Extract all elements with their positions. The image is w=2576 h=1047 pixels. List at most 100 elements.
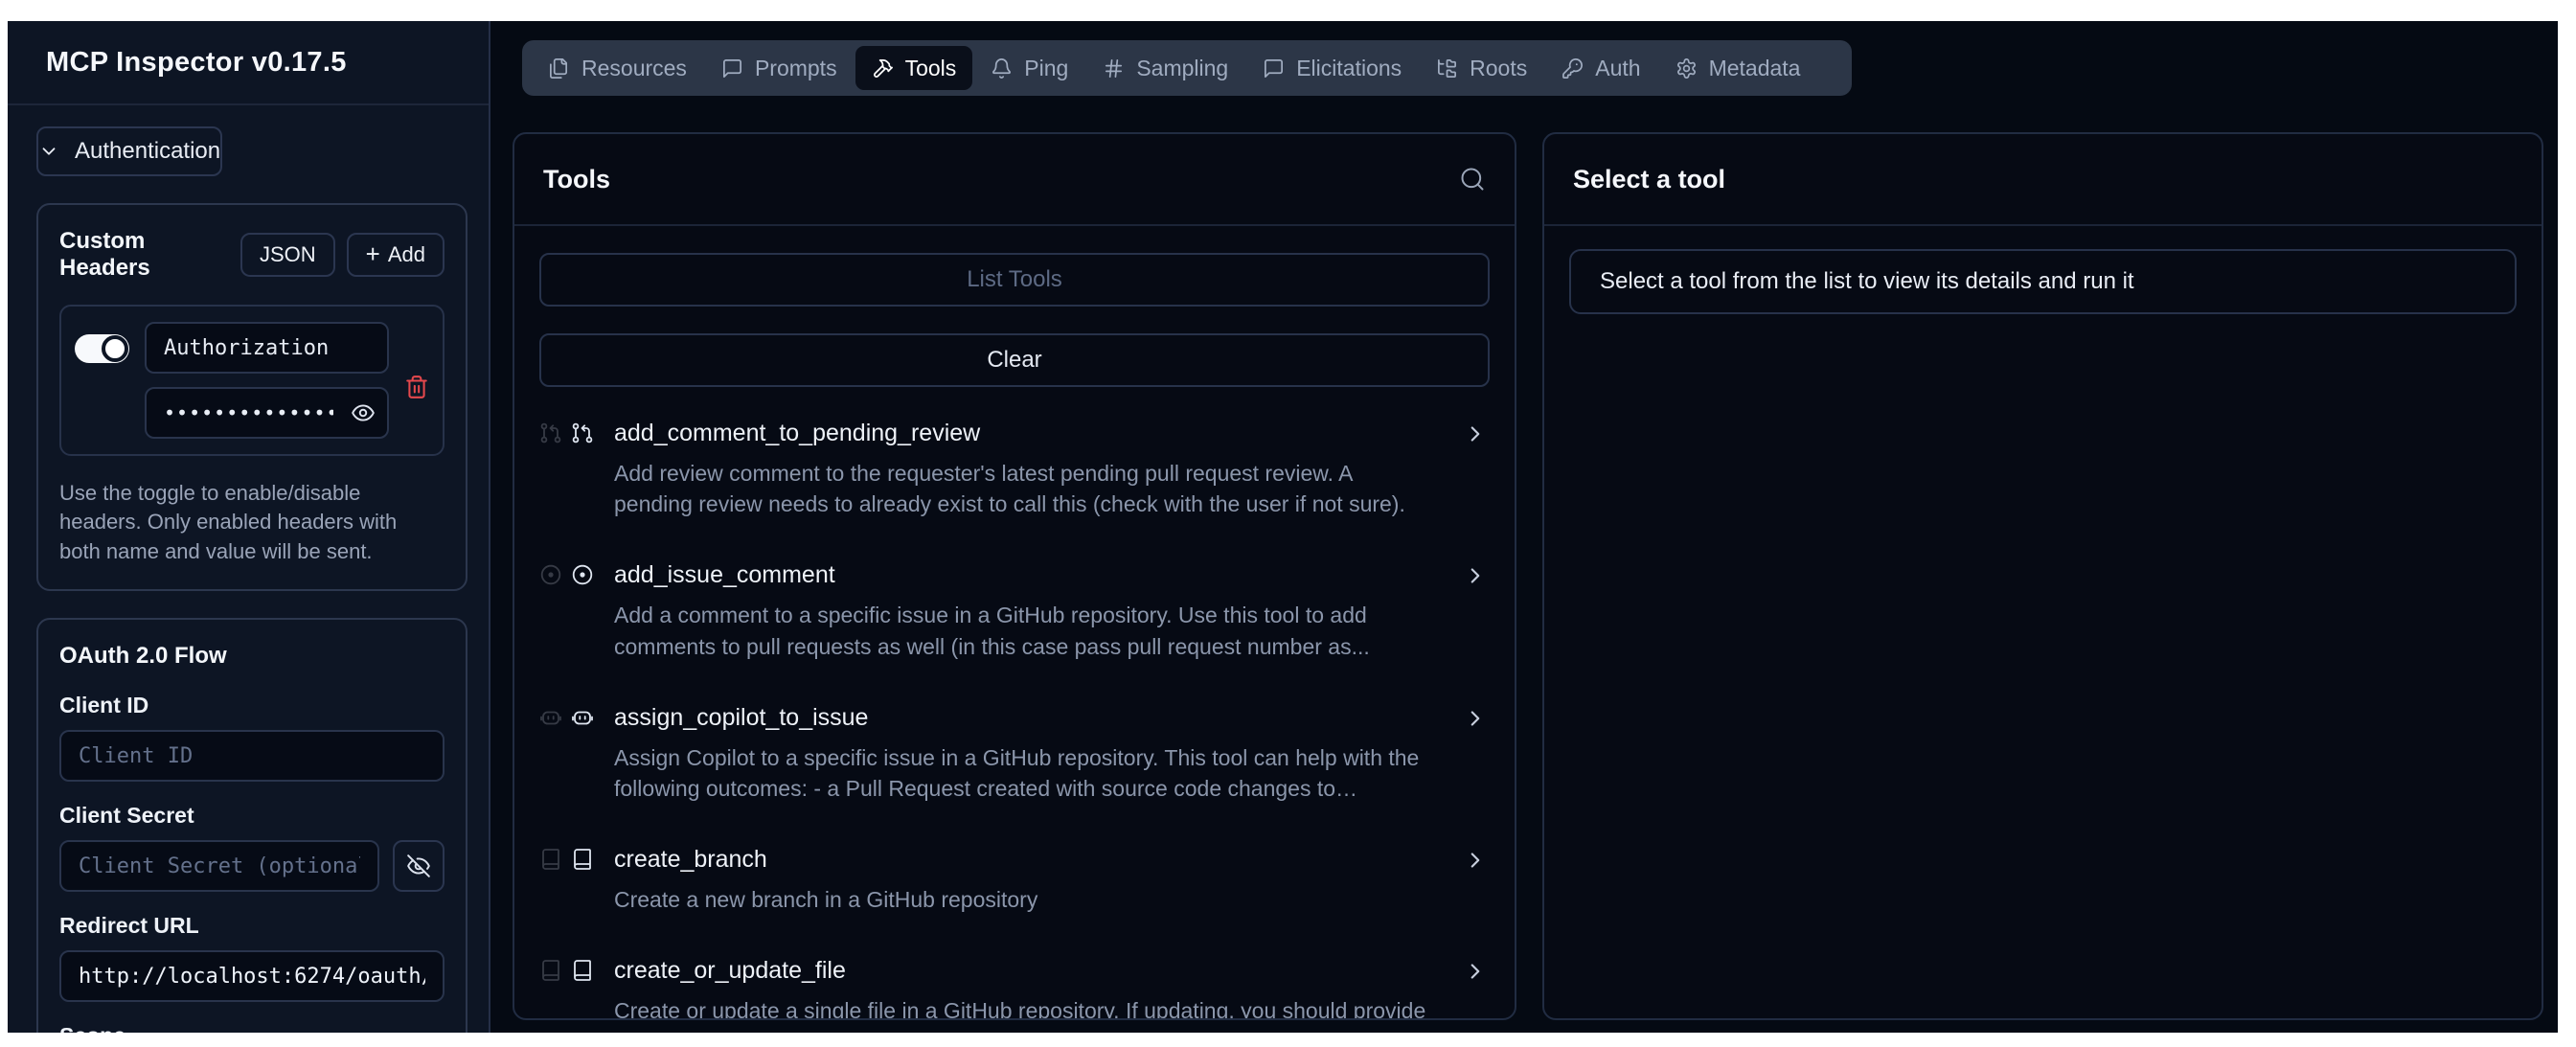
tab-label: Metadata (1709, 56, 1801, 81)
show-client-secret-button[interactable] (393, 840, 445, 892)
toggle-thumb (102, 335, 128, 362)
details-panel-title: Select a tool (1573, 165, 1725, 194)
tool-name: create_branch (614, 846, 1428, 874)
bot-icon (571, 706, 594, 729)
show-header-value-button[interactable] (351, 400, 376, 428)
files-icon (548, 57, 570, 80)
tool-list-item[interactable]: assign_copilot_to_issue Assign Copilot t… (539, 704, 1490, 804)
tab-label: Ping (1024, 56, 1068, 81)
tab-label: Roots (1470, 56, 1527, 81)
oauth-flow-title: OAuth 2.0 Flow (59, 643, 445, 670)
json-mode-button[interactable]: JSON (240, 233, 335, 277)
tool-name: assign_copilot_to_issue (614, 704, 1428, 732)
tool-list-item[interactable]: add_issue_comment Add a comment to a spe… (539, 561, 1490, 661)
tool-list: add_comment_to_pending_review Add review… (539, 420, 1490, 1020)
redirect-url-input[interactable] (59, 950, 445, 1002)
scope-label: Scope (59, 1023, 445, 1033)
authentication-label: Authentication (75, 138, 220, 165)
tab-prompts[interactable]: Prompts (705, 46, 854, 90)
client-id-label: Client ID (59, 693, 445, 718)
plus-icon: + (366, 241, 380, 266)
chevron-right-icon (1463, 706, 1488, 731)
bot-icon (539, 706, 562, 729)
tab-tools[interactable]: Tools (855, 46, 973, 90)
book-icon (571, 848, 594, 871)
custom-headers-card: Custom Headers JSON + Add (36, 203, 467, 591)
hammer-icon (872, 57, 894, 80)
client-id-input[interactable] (59, 730, 445, 782)
client-secret-input[interactable] (59, 840, 379, 892)
tool-description: Add review comment to the requester's la… (614, 458, 1428, 519)
sidebar-header: MCP Inspector v0.17.5 (8, 21, 489, 105)
message-square-icon (1263, 57, 1285, 80)
chevron-right-icon (1463, 848, 1488, 873)
book-icon (571, 959, 594, 982)
app-title: MCP Inspector v0.17.5 (46, 47, 347, 79)
tools-panel: Tools List Tools Clear add_comment_to_pe… (513, 132, 1516, 1020)
chevron-right-icon (1463, 563, 1488, 588)
sidebar-body: Authentication Custom Headers JSON + Add (8, 105, 489, 1033)
tool-list-item[interactable]: create_branch Create a new branch in a G… (539, 846, 1490, 915)
search-icon (1459, 166, 1486, 193)
circle-dot-icon (571, 563, 594, 586)
tab-label: Tools (905, 56, 957, 81)
tab-label: Prompts (755, 56, 837, 81)
key-icon (1562, 57, 1584, 80)
clear-tools-button[interactable]: Clear (539, 333, 1490, 387)
search-tools-button[interactable] (1459, 166, 1486, 193)
git-pull-request-icon (539, 421, 562, 444)
settings-icon (1676, 57, 1698, 80)
tab-roots[interactable]: Roots (1420, 46, 1543, 90)
header-enabled-toggle[interactable] (75, 334, 129, 363)
chevron-down-icon (38, 141, 59, 162)
tools-panel-title: Tools (543, 165, 610, 194)
mcp-inspector-app: MCP Inspector v0.17.5 Authentication Cus… (8, 21, 2558, 1033)
delete-header-button[interactable] (404, 337, 429, 439)
redirect-url-label: Redirect URL (59, 913, 445, 939)
chevron-right-icon (1463, 959, 1488, 984)
sidebar: MCP Inspector v0.17.5 Authentication Cus… (8, 21, 490, 1033)
eye-off-icon (406, 854, 431, 878)
message-square-icon (721, 57, 743, 80)
tab-auth[interactable]: Auth (1545, 46, 1656, 90)
tab-resources[interactable]: Resources (532, 46, 703, 90)
tool-name: add_issue_comment (614, 561, 1428, 589)
book-icon (539, 959, 562, 982)
list-tools-button[interactable]: List Tools (539, 253, 1490, 307)
circle-dot-icon (539, 563, 562, 586)
trash-icon (404, 375, 429, 399)
custom-headers-title: Custom Headers (59, 228, 240, 282)
book-icon (539, 848, 562, 871)
eye-icon (351, 400, 376, 425)
git-pull-request-icon (571, 421, 594, 444)
tool-list-item[interactable]: create_or_update_file Create or update a… (539, 957, 1490, 1020)
tab-bar: Resources Prompts Tools Ping Sampling El… (522, 40, 1852, 96)
add-header-button[interactable]: + Add (347, 233, 445, 277)
tool-description: Create or update a single file in a GitH… (614, 995, 1428, 1020)
headers-helper-text: Use the toggle to enable/disable headers… (59, 479, 416, 566)
tab-label: Sampling (1136, 56, 1228, 81)
tab-label: Auth (1595, 56, 1640, 81)
tab-ping[interactable]: Ping (974, 46, 1084, 90)
main-area: Resources Prompts Tools Ping Sampling El… (490, 21, 2558, 1033)
header-name-input[interactable] (145, 322, 389, 374)
tab-elicitations[interactable]: Elicitations (1246, 46, 1418, 90)
tool-details-panel: Select a tool Select a tool from the lis… (1542, 132, 2543, 1020)
tab-label: Elicitations (1296, 56, 1402, 81)
tool-name: create_or_update_file (614, 957, 1428, 985)
tool-list-item[interactable]: add_comment_to_pending_review Add review… (539, 420, 1490, 519)
empty-selection-message: Select a tool from the list to view its … (1569, 249, 2517, 314)
folder-tree-icon (1436, 57, 1458, 80)
chevron-right-icon (1463, 421, 1488, 446)
bell-icon (991, 57, 1013, 80)
tool-description: Create a new branch in a GitHub reposito… (614, 884, 1428, 915)
oauth-flow-card: OAuth 2.0 Flow Client ID Client Secret R… (36, 618, 467, 1033)
tab-metadata[interactable]: Metadata (1659, 46, 1817, 90)
client-secret-label: Client Secret (59, 803, 445, 829)
tool-description: Add a comment to a specific issue in a G… (614, 600, 1428, 661)
authentication-section-toggle[interactable]: Authentication (36, 126, 222, 176)
tab-label: Resources (581, 56, 687, 81)
header-row (59, 305, 445, 456)
tab-sampling[interactable]: Sampling (1086, 46, 1244, 90)
hash-icon (1103, 57, 1125, 80)
